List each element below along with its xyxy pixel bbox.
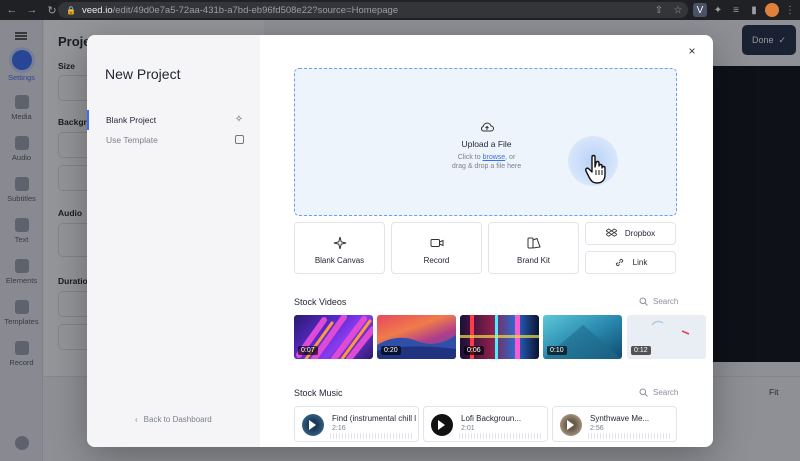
dropbox-option[interactable]: Dropbox bbox=[585, 222, 676, 245]
share-icon[interactable]: ⇧ bbox=[652, 3, 666, 17]
sidepanel-icon[interactable]: ▮ bbox=[747, 3, 761, 17]
menu-use-template[interactable]: Use Template bbox=[87, 130, 260, 150]
stock-music-card[interactable]: Synthwave Me... 2:56 bbox=[552, 406, 677, 442]
forward-arrow-icon[interactable]: → bbox=[24, 2, 40, 18]
video-duration: 0:12 bbox=[631, 346, 651, 355]
stock-video-thumbnail[interactable]: 0:10 bbox=[543, 315, 622, 359]
waveform bbox=[330, 433, 414, 439]
template-icon bbox=[235, 135, 244, 144]
option-label: Record bbox=[423, 256, 450, 265]
back-to-dashboard-link[interactable]: ‹ Back to Dashboard bbox=[135, 415, 212, 424]
stock-videos-title: Stock Videos bbox=[294, 297, 347, 307]
link-icon bbox=[615, 258, 623, 267]
url-path: /edit/49d0e7a5-72aa-431b-a7bd-eb96fd508e… bbox=[112, 4, 399, 16]
camera-icon bbox=[430, 239, 443, 247]
address-bar[interactable]: 🔒 veed.io/edit/49d0e7a5-72aa-431b-a7bd-e… bbox=[58, 2, 688, 18]
record-option[interactable]: Record bbox=[391, 222, 482, 274]
track-duration: 2:56 bbox=[590, 425, 604, 432]
link-option[interactable]: Link bbox=[585, 251, 676, 274]
search-icon bbox=[639, 388, 648, 397]
stock-video-thumbnail[interactable]: 0:07 bbox=[294, 315, 373, 359]
sparkle-icon bbox=[333, 236, 346, 250]
media-icon[interactable]: ≡ bbox=[729, 3, 743, 17]
url-host: veed.io bbox=[81, 4, 113, 16]
option-label: Link bbox=[632, 258, 648, 267]
stock-music-search[interactable]: Search bbox=[639, 388, 678, 397]
back-arrow-icon[interactable]: ← bbox=[4, 2, 20, 18]
veed-extension-icon[interactable]: V bbox=[693, 3, 707, 17]
brand-kit-icon bbox=[527, 237, 541, 249]
pointer-hand-icon bbox=[585, 154, 606, 184]
search-label: Search bbox=[653, 388, 679, 397]
dropbox-icon bbox=[605, 228, 617, 237]
stock-video-thumbnail[interactable]: 0:20 bbox=[377, 315, 456, 359]
upload-title: Upload a File bbox=[461, 139, 512, 149]
video-duration: 0:20 bbox=[381, 346, 401, 355]
option-label: Dropbox bbox=[624, 229, 656, 238]
profile-avatar[interactable] bbox=[765, 3, 779, 17]
option-label: Blank Canvas bbox=[314, 256, 365, 265]
modal-title: New Project bbox=[105, 66, 181, 82]
menu-label: Use Template bbox=[106, 135, 158, 145]
track-title: Synthwave Me... bbox=[590, 414, 650, 423]
track-duration: 2:01 bbox=[461, 425, 475, 432]
waveform bbox=[459, 433, 543, 439]
new-project-modal: New Project Blank Project ✧ Use Template… bbox=[87, 35, 713, 447]
menu-kebab-icon[interactable]: ⋮ bbox=[783, 3, 797, 17]
search-icon bbox=[639, 297, 648, 306]
sparkle-icon: ✧ bbox=[234, 114, 244, 125]
upload-text: , or bbox=[505, 154, 516, 161]
modal-sidebar: New Project Blank Project ✧ Use Template… bbox=[87, 35, 260, 447]
star-icon[interactable]: ☆ bbox=[671, 3, 685, 17]
cloud-upload-icon bbox=[481, 122, 494, 132]
video-duration: 0:10 bbox=[547, 346, 567, 355]
upload-text: drag & drop a file here bbox=[451, 163, 522, 170]
blank-canvas-option[interactable]: Blank Canvas bbox=[294, 222, 385, 274]
stock-music-card[interactable]: Find (instrumental chill lo 2:16 bbox=[294, 406, 419, 442]
track-duration: 2:16 bbox=[332, 425, 346, 432]
stock-video-thumbnail[interactable]: 0:06 bbox=[460, 315, 539, 359]
upload-text: Click to bbox=[457, 154, 483, 161]
browser-toolbar: ← → ↻ 🔒 veed.io/edit/49d0e7a5-72aa-431b-… bbox=[0, 0, 800, 20]
video-duration: 0:06 bbox=[464, 346, 484, 355]
track-title: Find (instrumental chill lo bbox=[332, 414, 416, 423]
menu-blank-project[interactable]: Blank Project ✧ bbox=[87, 110, 260, 130]
video-duration: 0:07 bbox=[298, 346, 318, 355]
puzzle-icon[interactable]: ✦ bbox=[711, 3, 725, 17]
play-icon[interactable] bbox=[438, 420, 445, 430]
browse-link[interactable]: browse bbox=[483, 154, 506, 161]
stock-videos-search[interactable]: Search bbox=[639, 297, 678, 306]
track-title: Lofi Backgroun... bbox=[461, 414, 522, 423]
chevron-left-icon: ‹ bbox=[135, 415, 138, 424]
play-icon[interactable] bbox=[567, 420, 574, 430]
option-label: Brand Kit bbox=[517, 256, 550, 265]
upload-dropzone[interactable]: Upload a File Click to browse, or drag &… bbox=[294, 68, 677, 216]
play-icon[interactable] bbox=[309, 420, 316, 430]
upload-instructions: Click to browse, or drag & drop a file h… bbox=[295, 153, 678, 171]
stock-video-thumbnail[interactable]: 0:12 bbox=[627, 315, 706, 359]
close-icon[interactable]: × bbox=[686, 45, 698, 57]
stock-music-card[interactable]: Lofi Backgroun... 2:01 bbox=[423, 406, 548, 442]
brand-kit-option[interactable]: Brand Kit bbox=[488, 222, 579, 274]
menu-label: Blank Project bbox=[106, 115, 157, 125]
stock-music-title: Stock Music bbox=[294, 388, 343, 398]
waveform bbox=[588, 433, 672, 439]
back-label: Back to Dashboard bbox=[143, 415, 212, 424]
search-label: Search bbox=[653, 297, 679, 306]
lock-icon: 🔒 bbox=[66, 5, 76, 15]
